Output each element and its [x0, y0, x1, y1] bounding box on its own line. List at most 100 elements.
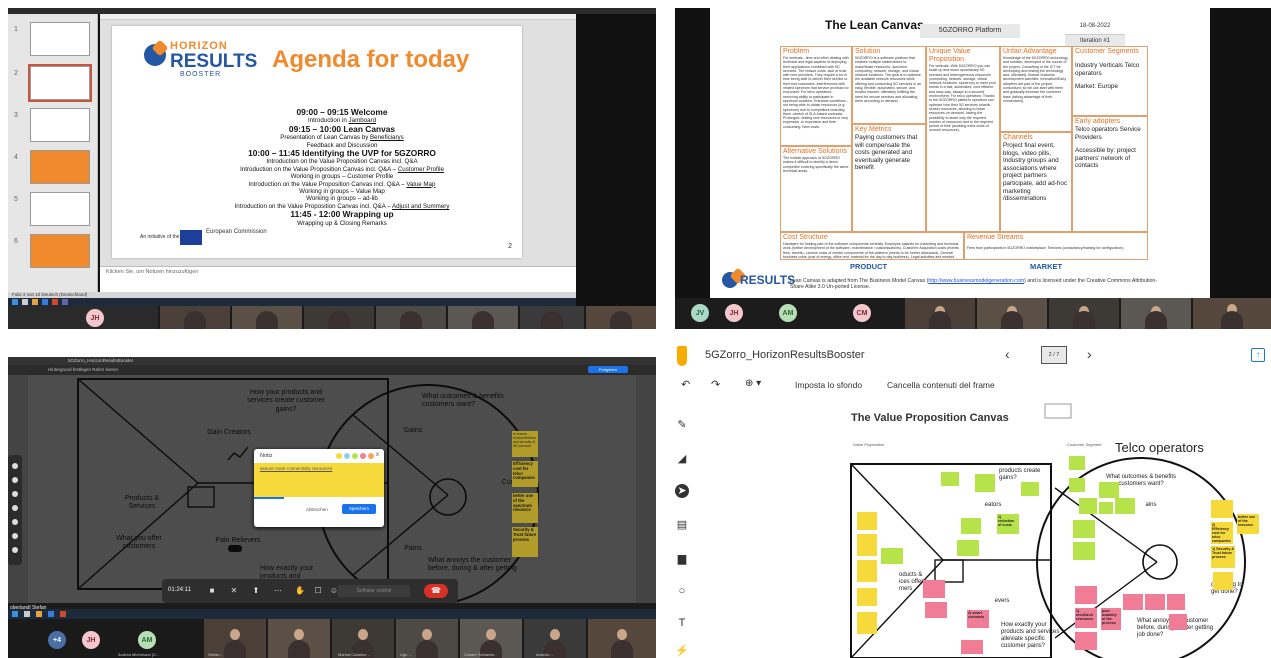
- prev-frame-button[interactable]: ‹: [1005, 346, 1010, 362]
- agenda-link[interactable]: Beneficiarys: [370, 134, 404, 141]
- participant-video[interactable]: [1049, 298, 1119, 329]
- sticky-note[interactable]: [1069, 456, 1085, 470]
- image-icon[interactable]: ▆: [675, 552, 689, 566]
- sticky-note[interactable]: [857, 534, 877, 556]
- color-orange[interactable]: [368, 453, 374, 459]
- more-participants-badge[interactable]: +4: [48, 631, 66, 649]
- participant-video[interactable]: [448, 306, 518, 329]
- chat-icon[interactable]: ☐: [312, 585, 324, 597]
- sticky-note[interactable]: [957, 540, 979, 556]
- request-control-button[interactable]: Selhster control: [338, 585, 410, 597]
- participant-avatar[interactable]: JH: [725, 304, 743, 322]
- sticky-note-dialog[interactable]: Notiz x assure more connectivity resourc…: [254, 449, 384, 527]
- windows-taskbar[interactable]: [8, 609, 656, 619]
- notes-pane[interactable]: Klicken Sie, um Notizen hinzuzufügen: [100, 266, 576, 292]
- text-box-icon[interactable]: T: [675, 616, 689, 630]
- next-frame-button[interactable]: ›: [1087, 346, 1092, 362]
- powerpoint-icon[interactable]: [52, 299, 58, 305]
- sticky-note[interactable]: [1213, 572, 1233, 590]
- sticky-note[interactable]: 1) unutilized resources: [1075, 608, 1097, 628]
- close-icon[interactable]: x: [376, 452, 379, 458]
- pen-icon[interactable]: ✎: [675, 418, 689, 432]
- participant-video[interactable]: [268, 619, 330, 658]
- sticky-note[interactable]: [1021, 482, 1039, 496]
- sticky-note[interactable]: [1073, 520, 1095, 538]
- start-icon[interactable]: [12, 611, 18, 617]
- slide-thumb-4[interactable]: [30, 150, 90, 184]
- sticky-note[interactable]: 2) Efficiency cost for telco companies: [1211, 522, 1233, 544]
- slide-editor[interactable]: HORIZON RESULTS BOOSTER Agenda for today…: [100, 20, 576, 292]
- whiteboard-toolbar[interactable]: Hintergrund festlegen Rahm leeren Freige…: [8, 365, 656, 375]
- sticky-note[interactable]: [1099, 482, 1119, 498]
- color-pink[interactable]: [360, 453, 366, 459]
- participant-video[interactable]: [232, 306, 302, 329]
- agenda-link[interactable]: Value Map: [406, 181, 435, 188]
- zoom-button[interactable]: ⊕ ▾: [745, 378, 761, 389]
- sticky-note[interactable]: [975, 474, 995, 492]
- participant-video[interactable]: [588, 619, 656, 658]
- participant-video[interactable]: [524, 619, 586, 658]
- current-slide[interactable]: HORIZON RESULTS BOOSTER Agenda for today…: [112, 26, 522, 258]
- sticky-note[interactable]: [941, 472, 959, 486]
- frame-indicator[interactable]: 2 / 7: [1041, 346, 1067, 364]
- pen-tool-icon[interactable]: [12, 463, 18, 469]
- participant-video[interactable]: [977, 298, 1047, 329]
- powerpoint-icon[interactable]: [60, 611, 66, 617]
- windows-taskbar[interactable]: [8, 298, 576, 306]
- start-icon[interactable]: [12, 299, 18, 305]
- eraser-tool-icon[interactable]: [12, 477, 18, 483]
- participant-video[interactable]: [304, 306, 374, 329]
- laser-icon[interactable]: ⚡: [675, 644, 689, 658]
- share-screen-icon[interactable]: ⬆: [250, 585, 262, 597]
- jamboard-canvas[interactable]: The Value Proposition Canvas Value Propo…: [705, 402, 1271, 658]
- participant-avatar[interactable]: JV: [691, 304, 709, 322]
- sticky-note[interactable]: [857, 512, 877, 530]
- sticky-note[interactable]: [1079, 498, 1097, 514]
- sticky-note[interactable]: [961, 518, 981, 534]
- search-icon[interactable]: [22, 299, 28, 305]
- sticky-note[interactable]: 1) Security & Trust future process: [1211, 546, 1235, 568]
- sticky-note[interactable]: [857, 560, 877, 582]
- agenda-link[interactable]: Adjust and Summery: [392, 203, 449, 210]
- sticky-note[interactable]: [925, 602, 947, 618]
- participant-avatar[interactable]: JH: [82, 631, 100, 649]
- jamboard-title[interactable]: 5GZorro_HorizonResultsBooster: [705, 349, 865, 361]
- participant-video[interactable]: [520, 306, 584, 329]
- color-green[interactable]: [352, 453, 358, 459]
- slide-thumb-5[interactable]: [30, 192, 90, 226]
- teams-icon[interactable]: [62, 299, 68, 305]
- bmg-link[interactable]: http://www.businessmodelgeneration.com: [928, 278, 1024, 284]
- sticky-note[interactable]: [1069, 478, 1085, 492]
- slide-thumb-6[interactable]: [30, 234, 90, 268]
- participant-video[interactable]: [586, 306, 656, 329]
- browser-icon[interactable]: [42, 299, 48, 305]
- folder-icon[interactable]: [32, 299, 38, 305]
- note-text-area[interactable]: assure more connectivity resources: [254, 463, 384, 497]
- note-text[interactable]: assure more connectivity resources: [260, 466, 332, 471]
- whiteboard-tools[interactable]: [8, 455, 22, 565]
- participant-avatar[interactable]: CM: [853, 304, 871, 322]
- participant-avatar[interactable]: AM: [779, 304, 797, 322]
- sticky-note[interactable]: [1145, 594, 1165, 610]
- undo-button[interactable]: ↶: [681, 378, 690, 391]
- circle-icon[interactable]: ○: [675, 584, 689, 598]
- laser-tool-icon[interactable]: [12, 547, 18, 553]
- present-icon[interactable]: ↑: [1251, 348, 1265, 362]
- color-blue[interactable]: [344, 453, 350, 459]
- sticky-note[interactable]: [1099, 502, 1113, 514]
- color-yellow[interactable]: [336, 453, 342, 459]
- select-icon[interactable]: ➤: [675, 484, 689, 498]
- clear-frame-button[interactable]: Cancella contenuti del frame: [887, 380, 995, 390]
- folder-icon[interactable]: [36, 611, 42, 617]
- participant-video[interactable]: [1193, 298, 1271, 329]
- sticky-note[interactable]: [857, 612, 877, 634]
- participant-video[interactable]: [376, 306, 446, 329]
- sticky-note[interactable]: [1115, 498, 1135, 514]
- image-tool-icon[interactable]: [12, 519, 18, 525]
- sticky-note[interactable]: [1211, 500, 1233, 518]
- participant-video[interactable]: [1121, 298, 1191, 329]
- redo-button[interactable]: ↷: [711, 378, 720, 391]
- agenda-link[interactable]: Customer Profile: [398, 166, 444, 173]
- shape-tool-icon[interactable]: [12, 533, 18, 539]
- browser-icon[interactable]: [48, 611, 54, 617]
